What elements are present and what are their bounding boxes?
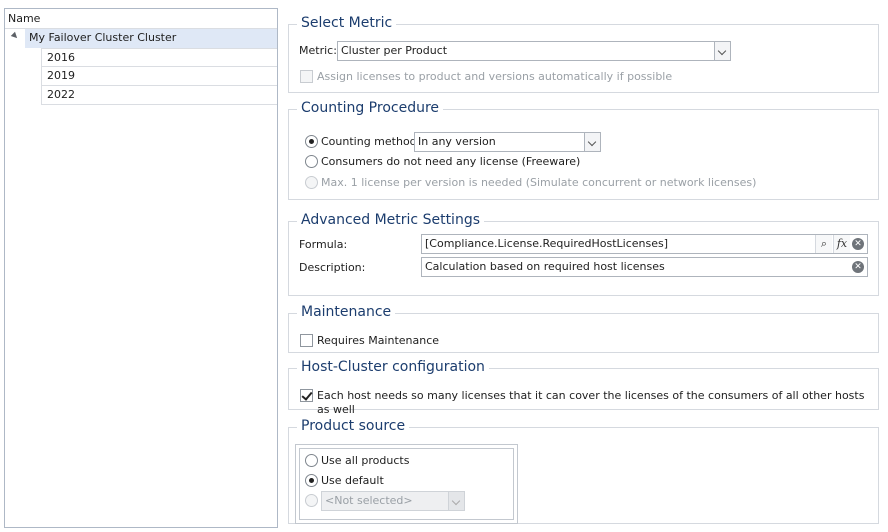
product-select-dropdown[interactable]: <Not selected> <box>321 491 465 511</box>
use-all-products-radio[interactable] <box>305 454 318 467</box>
chevron-down-icon[interactable] <box>448 492 464 510</box>
chevron-down-icon[interactable] <box>584 133 600 151</box>
counting-procedure-group: Counting Procedure Counting method In an… <box>288 98 879 200</box>
tree-list[interactable]: Name My Failover Cluster Cluster 2016 20… <box>4 8 278 528</box>
product-source-frame: Use all products Use default <Not select… <box>295 444 518 524</box>
formula-field[interactable]: [Compliance.License.RequiredHostLicenses… <box>421 234 868 254</box>
clear-icon[interactable]: ✕ <box>852 261 864 273</box>
tree-node-cluster[interactable]: My Failover Cluster Cluster <box>5 29 277 48</box>
search-icon[interactable]: ⌕ <box>815 235 832 253</box>
use-default-label: Use default <box>321 474 384 487</box>
column-header-name[interactable]: Name <box>5 9 277 29</box>
metric-dropdown[interactable]: Cluster per Product <box>337 41 731 61</box>
function-icon[interactable]: fx <box>833 235 850 253</box>
product-select-value: <Not selected> <box>325 494 413 507</box>
formula-value: [Compliance.License.RequiredHostLicenses… <box>425 237 668 250</box>
use-all-products-label: Use all products <box>321 454 410 467</box>
assign-licenses-label: Assign licenses to product and versions … <box>317 70 673 83</box>
advanced-metric-group: Advanced Metric Settings Formula: [Compl… <box>288 210 879 296</box>
select-metric-group: Select Metric Metric: Cluster per Produc… <box>288 13 879 93</box>
product-source-inner-frame: Use all products Use default <Not select… <box>299 448 514 520</box>
tree-node-2022[interactable]: 2022 <box>41 86 277 105</box>
description-value: Calculation based on required host licen… <box>425 260 665 273</box>
tree-node-2019[interactable]: 2019 <box>41 67 277 86</box>
maintenance-group: Maintenance Requires Maintenance <box>288 302 879 353</box>
freeware-label: Consumers do not need any license (Freew… <box>321 155 581 168</box>
each-host-checkbox[interactable] <box>300 389 313 402</box>
requires-maintenance-label: Requires Maintenance <box>317 334 440 347</box>
requires-maintenance-checkbox[interactable] <box>300 334 313 347</box>
host-cluster-title: Host-Cluster configuration <box>297 357 489 377</box>
metric-label: Metric: <box>299 44 337 57</box>
metric-value: Cluster per Product <box>341 44 448 57</box>
assign-licenses-checkbox[interactable] <box>300 70 313 83</box>
clear-icon[interactable]: ✕ <box>852 238 864 250</box>
collapse-icon[interactable] <box>10 31 20 41</box>
chevron-down-icon[interactable] <box>714 42 730 60</box>
product-source-group: Product source Use all products Use defa… <box>288 416 879 524</box>
max-license-label: Max. 1 license per version is needed (Si… <box>321 176 757 189</box>
use-default-radio[interactable] <box>305 474 318 487</box>
advanced-metric-title: Advanced Metric Settings <box>297 210 484 230</box>
freeware-radio[interactable] <box>305 155 318 168</box>
tree-node-2016[interactable]: 2016 <box>41 48 277 67</box>
product-source-title: Product source <box>297 416 410 436</box>
description-field[interactable]: Calculation based on required host licen… <box>421 257 868 277</box>
formula-label: Formula: <box>299 238 348 251</box>
max-license-radio[interactable] <box>305 176 318 189</box>
each-host-label: Each host needs so many licenses that it… <box>317 389 865 416</box>
counting-method-label: Counting method <box>321 135 417 148</box>
counting-method-dropdown[interactable]: In any version <box>414 132 601 152</box>
maintenance-title: Maintenance <box>297 302 396 322</box>
select-metric-title: Select Metric <box>297 13 397 33</box>
host-cluster-group: Host-Cluster configuration Each host nee… <box>288 357 879 416</box>
description-label: Description: <box>299 261 366 274</box>
product-select-radio[interactable] <box>305 494 318 507</box>
counting-method-value: In any version <box>418 135 496 148</box>
counting-method-radio[interactable] <box>305 135 318 148</box>
counting-procedure-title: Counting Procedure <box>297 98 444 118</box>
tree-node-label[interactable]: My Failover Cluster Cluster <box>25 29 277 48</box>
